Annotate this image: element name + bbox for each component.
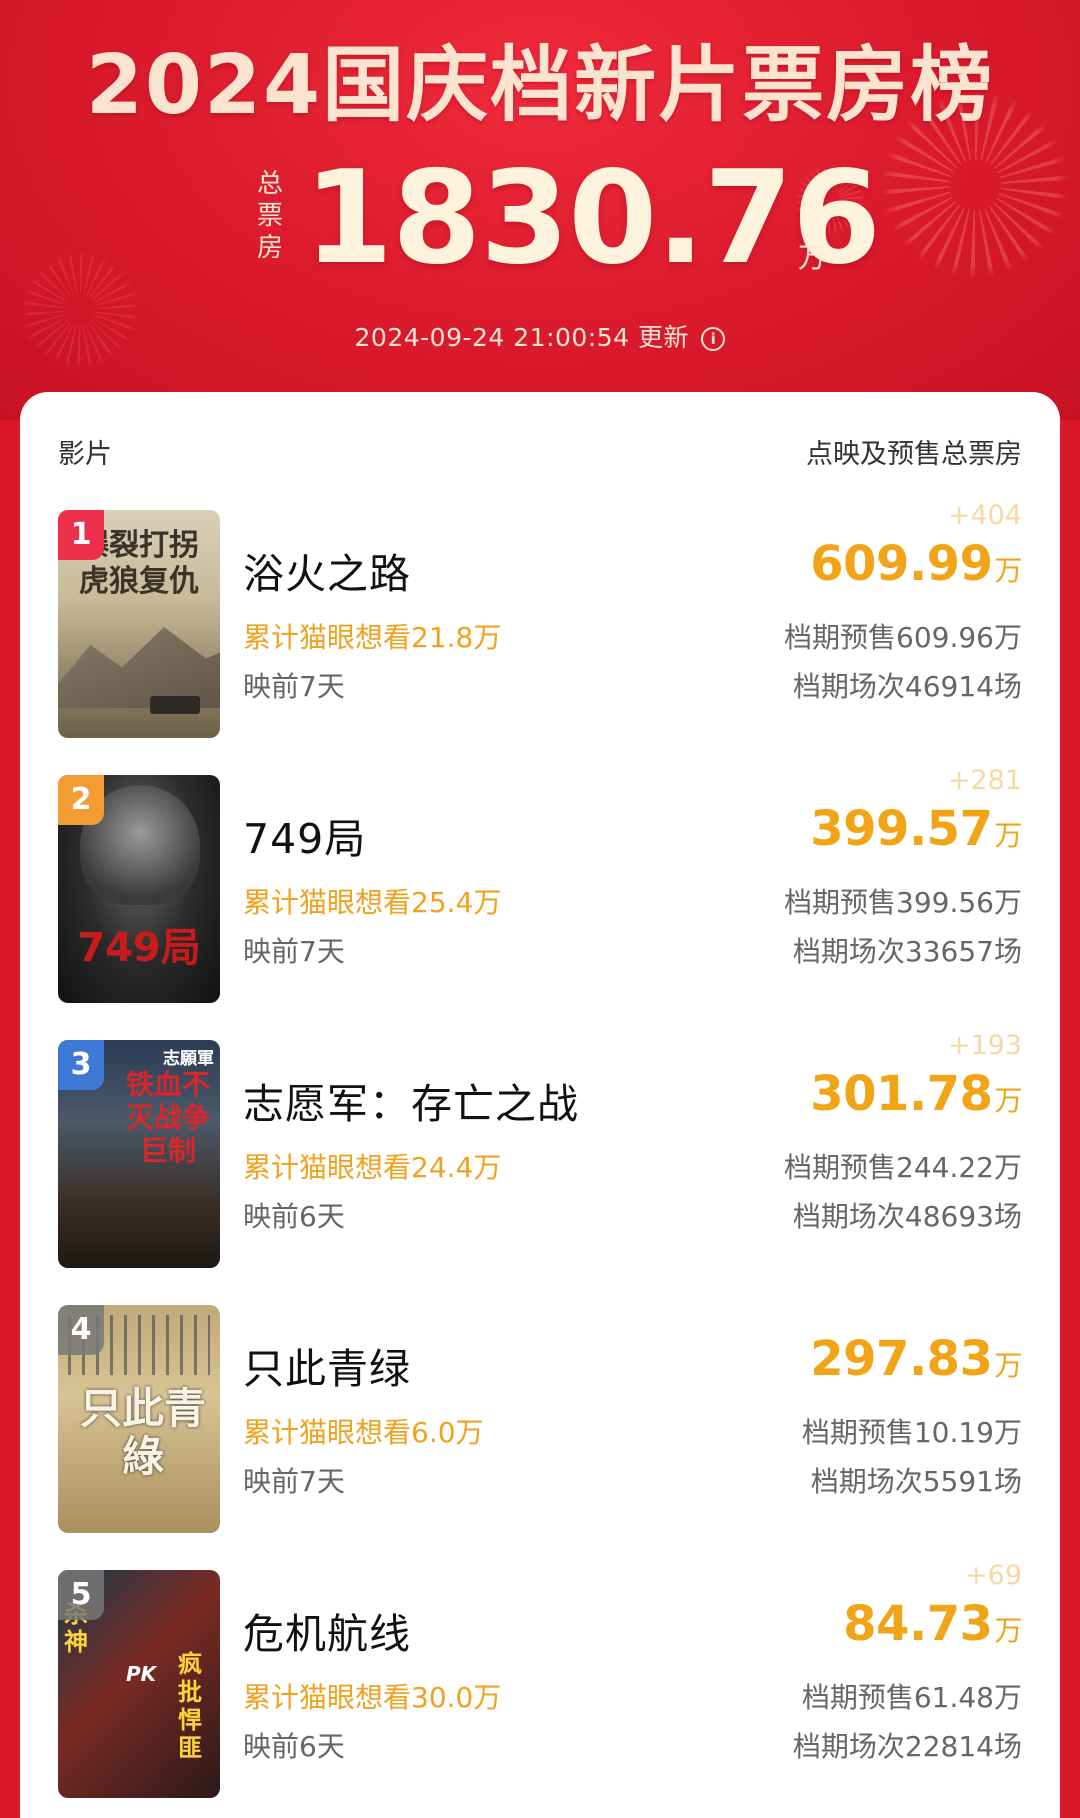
page-title: 2024国庆档新片票房榜: [85, 38, 995, 133]
rank-badge: 2: [58, 775, 104, 825]
movie-row[interactable]: 爆裂打拐虎狼复仇 1 浴火之路 累计猫眼想看21.8万 映前7天 +404 60…: [20, 500, 1060, 740]
box-office-value: 301.78万: [810, 1066, 1022, 1122]
show-count: 档期场次48693场: [792, 1200, 1022, 1233]
rank-badge: 3: [58, 1040, 104, 1090]
poster-text: 749局: [77, 925, 201, 971]
box-delta: +281: [947, 765, 1022, 796]
days-before: 映前7天: [243, 1465, 345, 1498]
box-delta: +69: [965, 1560, 1022, 1591]
box-unit: 万: [994, 1614, 1022, 1647]
update-time: 2024-09-24 21:00:54 更新 i: [0, 318, 1080, 354]
movie-row[interactable]: 只此青綠 4 只此青绿 累计猫眼想看6.0万 映前7天 297.83万 档期预售…: [20, 1305, 1060, 1535]
movie-title[interactable]: 志愿军：存亡之战: [243, 1070, 579, 1130]
header-banner: 2024国庆档新片票房榜 总票房 1830.76 万 2024-09-24 21…: [0, 0, 1080, 420]
box-office-value: 399.57万: [810, 801, 1022, 857]
update-label: 更新: [638, 323, 690, 352]
days-before: 映前6天: [243, 1200, 345, 1233]
box-number: 609.99: [810, 536, 993, 592]
presale-value: 档期预售399.56万: [784, 886, 1022, 919]
column-header-film: 影片: [58, 439, 112, 470]
show-count: 档期场次22814场: [792, 1730, 1022, 1763]
want-count: 累计猫眼想看25.4万: [243, 886, 502, 919]
rank-badge: 4: [58, 1305, 104, 1355]
movie-row[interactable]: 杀神 PK 疯批悍匪 5 危机航线 累计猫眼想看30.0万 映前6天 +69 8…: [20, 1560, 1060, 1800]
box-number: 297.83: [810, 1331, 993, 1387]
total-box-office: 总票房 1830.76 万: [250, 144, 881, 293]
total-label: 总票房: [256, 169, 283, 263]
box-delta: +193: [947, 1030, 1022, 1061]
poster-text: 只此青綠: [79, 1384, 206, 1481]
show-count: 档期场次33657场: [792, 935, 1022, 968]
box-number: 399.57: [810, 801, 993, 857]
presale-value: 档期预售244.22万: [784, 1151, 1022, 1184]
update-timestamp: 2024-09-24 21:00:54: [354, 323, 630, 352]
poster-pk: PK: [126, 1662, 157, 1686]
days-before: 映前7天: [243, 670, 345, 703]
days-before: 映前6天: [243, 1730, 345, 1763]
box-office-value: 609.99万: [810, 536, 1022, 592]
info-icon[interactable]: i: [701, 327, 726, 351]
poster-mountain: [58, 627, 220, 708]
want-count: 累计猫眼想看6.0万: [243, 1416, 484, 1449]
ranking-card: 影片 点映及预售总票房 爆裂打拐虎狼复仇 1 浴火之路 累计猫眼想看21.8万 …: [20, 392, 1060, 1818]
movie-row[interactable]: 志願軍 铁血不灭战争巨制 3 志愿军：存亡之战 累计猫眼想看24.4万 映前6天…: [20, 1030, 1060, 1270]
box-office-value: 297.83万: [810, 1331, 1022, 1387]
show-count: 档期场次5591场: [810, 1465, 1022, 1498]
box-number: 301.78: [810, 1066, 993, 1122]
poster-brand: 志願軍: [163, 1049, 214, 1069]
poster-text: 铁血不灭战争巨制: [125, 1068, 210, 1167]
box-unit: 万: [994, 1084, 1022, 1117]
box-unit: 万: [994, 819, 1022, 852]
movie-title[interactable]: 749局: [243, 805, 366, 865]
poster-text-right: 疯批悍匪: [178, 1650, 202, 1762]
total-value: 1830.76: [304, 144, 881, 293]
box-number: 84.73: [843, 1596, 993, 1652]
box-unit: 万: [994, 1349, 1022, 1382]
movie-title[interactable]: 浴火之路: [243, 540, 411, 600]
want-count: 累计猫眼想看21.8万: [243, 621, 502, 654]
presale-value: 档期预售609.96万: [784, 621, 1022, 654]
rank-badge: 1: [58, 510, 104, 560]
box-office-value: 84.73万: [843, 1596, 1022, 1652]
movie-row[interactable]: 749局 2 749局 累计猫眼想看25.4万 映前7天 +281 399.57…: [20, 765, 1060, 1005]
box-unit: 万: [994, 554, 1022, 587]
poster-car: [150, 696, 200, 714]
movie-title[interactable]: 只此青绿: [243, 1335, 411, 1395]
box-delta: +404: [947, 500, 1022, 531]
movie-title[interactable]: 危机航线: [243, 1600, 411, 1660]
total-unit: 万: [798, 241, 827, 274]
show-count: 档期场次46914场: [792, 670, 1022, 703]
column-header-total: 点映及预售总票房: [806, 439, 1022, 470]
presale-value: 档期预售10.19万: [801, 1416, 1022, 1449]
days-before: 映前7天: [243, 935, 345, 968]
rank-badge: 5: [58, 1570, 104, 1620]
want-count: 累计猫眼想看30.0万: [243, 1681, 502, 1714]
want-count: 累计猫眼想看24.4万: [243, 1151, 502, 1184]
presale-value: 档期预售61.48万: [801, 1681, 1022, 1714]
